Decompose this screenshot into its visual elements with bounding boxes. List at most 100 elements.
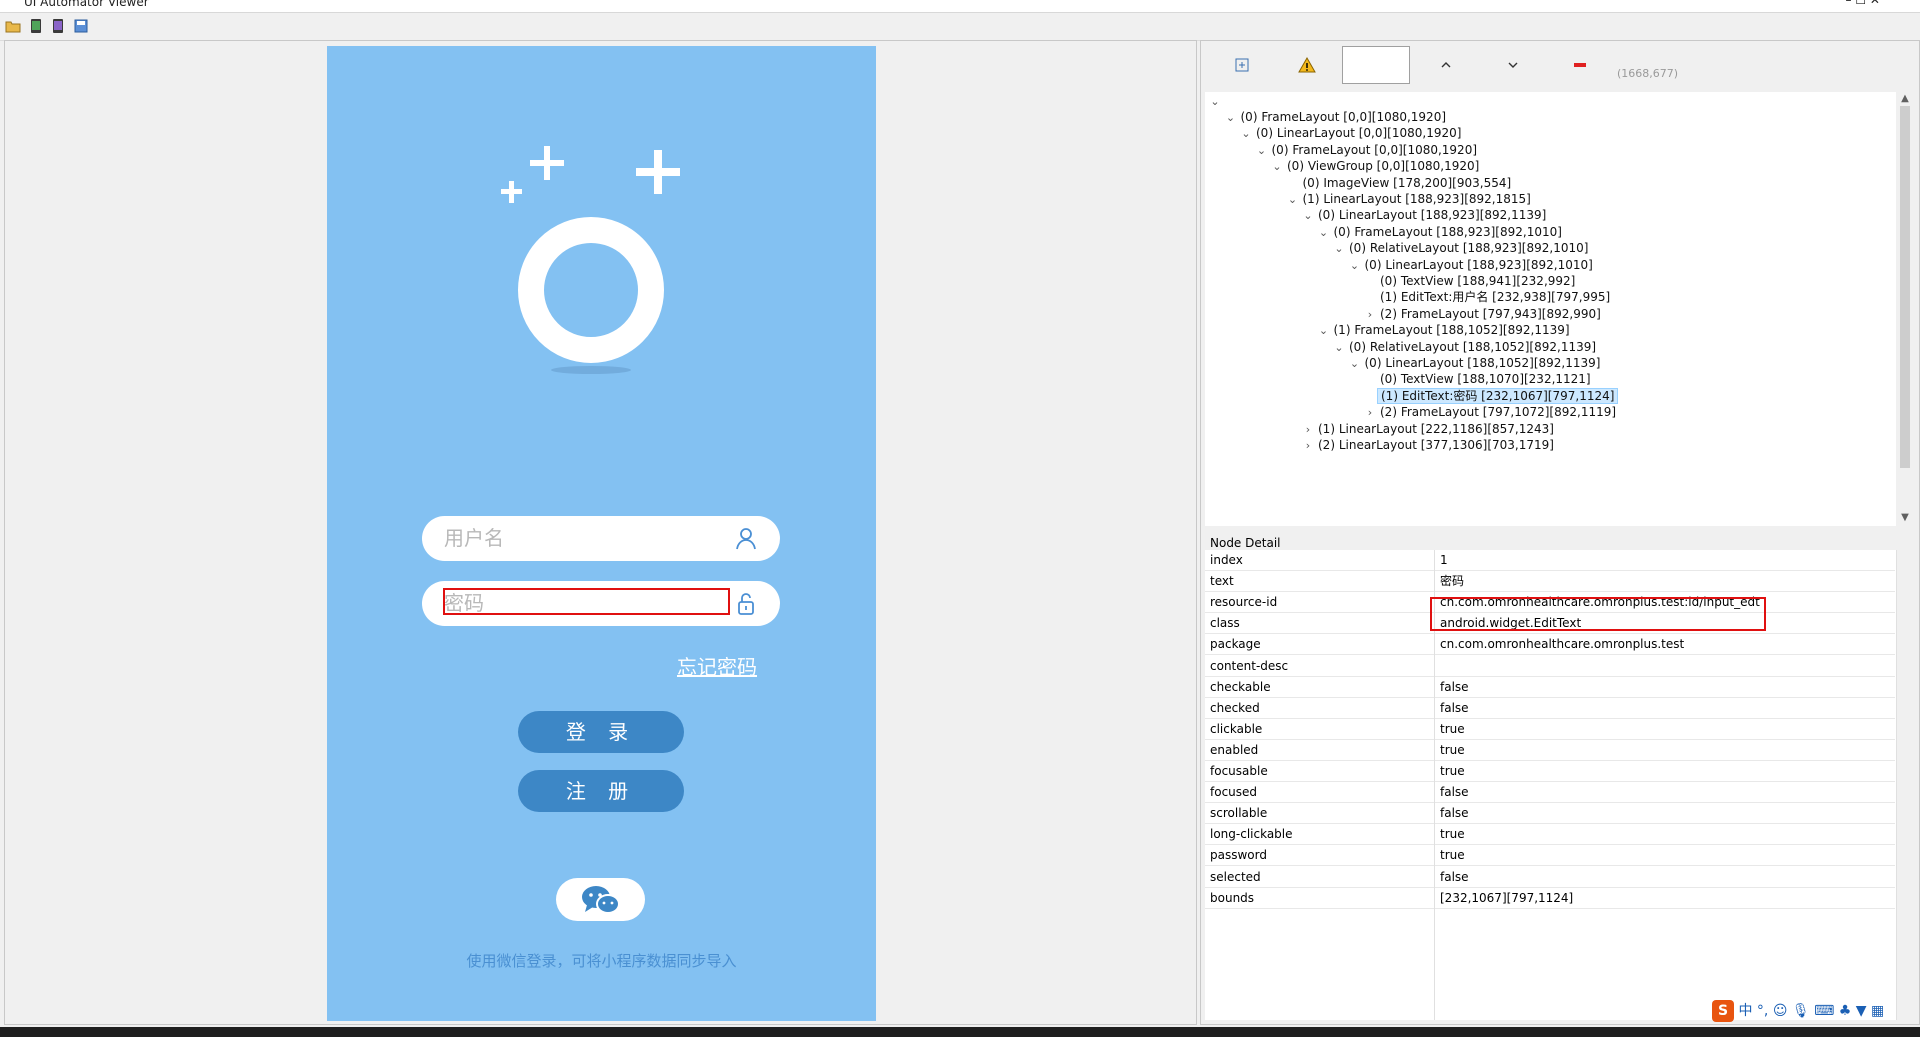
tree-node-label[interactable]: (0) ViewGroup [0,0][1080,1920] <box>1284 159 1482 173</box>
tree-node-label[interactable]: (0) FrameLayout [0,0][1080,1920] <box>1238 110 1450 124</box>
emoji-icon[interactable]: ☺ <box>1773 1003 1788 1019</box>
detail-value[interactable]: false <box>1440 867 1469 887</box>
tree-node-label[interactable]: (2) LinearLayout [377,1306][703,1719] <box>1315 438 1557 452</box>
tree-node[interactable]: (1) EditText:密码 [232,1067][797,1124] <box>1363 387 1619 405</box>
tree-node-label[interactable]: (0) ImageView [178,200][903,554] <box>1300 176 1515 190</box>
ime-mode[interactable]: 中 <box>1738 1003 1752 1019</box>
tree-node[interactable]: ⌄ (0) LinearLayout [188,923][892,1010] <box>1348 256 1596 274</box>
tree-node[interactable]: › (2) FrameLayout [797,943][892,990] <box>1363 305 1604 323</box>
blank-field[interactable] <box>1342 46 1410 84</box>
chevron-down-icon[interactable]: ⌄ <box>1317 224 1331 242</box>
tree-node-label[interactable]: (1) EditText:用户名 [232,938][797,995] <box>1377 290 1613 304</box>
detail-value[interactable]: true <box>1440 740 1465 760</box>
tree-root-toggle[interactable]: ⌄ <box>1208 92 1222 110</box>
detail-value[interactable]: true <box>1440 761 1465 781</box>
detail-value[interactable]: true <box>1440 824 1465 844</box>
remove-icon[interactable] <box>1571 56 1589 74</box>
next-icon[interactable] <box>1504 56 1522 74</box>
detail-value[interactable]: true <box>1440 845 1465 865</box>
tree-node-label[interactable]: (0) RelativeLayout [188,1052][892,1139] <box>1346 340 1599 354</box>
chevron-down-icon[interactable]: ⌄ <box>1208 93 1222 111</box>
detail-value[interactable]: 1 <box>1440 550 1448 570</box>
save-icon[interactable] <box>73 18 89 34</box>
tree-node[interactable]: ⌄ (0) LinearLayout [188,923][892,1139] <box>1301 206 1549 224</box>
tree-node[interactable]: ⌄ (0) RelativeLayout [188,1052][892,1139] <box>1332 338 1599 356</box>
detail-row[interactable]: password true <box>1205 845 1895 867</box>
ime-punct-icon[interactable]: °, <box>1757 1003 1768 1019</box>
detail-row[interactable]: index 1 <box>1205 550 1895 571</box>
tree-node-label[interactable]: (0) RelativeLayout [188,923][892,1010] <box>1346 241 1591 255</box>
tree-node[interactable]: (0) TextView [188,941][232,992] <box>1363 272 1578 290</box>
keyboard-icon[interactable]: ⌨ <box>1814 1003 1834 1019</box>
tree-node-label[interactable]: (0) LinearLayout [188,1052][892,1139] <box>1362 356 1604 370</box>
tree-node[interactable]: › (2) LinearLayout [377,1306][703,1719] <box>1301 436 1557 454</box>
tree-node-label[interactable]: (0) LinearLayout [188,923][892,1139] <box>1315 208 1549 222</box>
detail-row[interactable]: package cn.com.omronhealthcare.omronplus.… <box>1205 634 1895 656</box>
detail-row[interactable]: checked false <box>1205 697 1895 719</box>
chevron-down-icon[interactable]: ⌄ <box>1301 207 1315 225</box>
tree-node[interactable]: ⌄ (1) LinearLayout [188,923][892,1815] <box>1286 190 1534 208</box>
tree-node-label[interactable]: (0) FrameLayout [0,0][1080,1920] <box>1269 143 1481 157</box>
tree-node[interactable]: (0) ImageView [178,200][903,554] <box>1286 174 1515 192</box>
chevron-down-icon[interactable]: ⌄ <box>1348 355 1362 373</box>
chevron-right-icon[interactable]: › <box>1301 437 1315 455</box>
tree-node-label[interactable]: (1) LinearLayout [222,1186][857,1243] <box>1315 422 1557 436</box>
node-tree[interactable]: ⌄ ⌄ (0) FrameLayout [0,0][1080,1920] ⌄ (0) … <box>1205 92 1896 526</box>
tree-node[interactable]: ⌄ (0) ViewGroup [0,0][1080,1920] <box>1270 157 1482 175</box>
scrollbar-thumb[interactable] <box>1900 106 1910 468</box>
detail-row[interactable]: bounds [232,1067][797,1124] <box>1205 887 1895 909</box>
login-button[interactable]: 登 录 <box>518 711 684 753</box>
detail-row[interactable]: content-desc <box>1205 655 1895 677</box>
tree-node-label[interactable]: (2) FrameLayout [797,943][892,990] <box>1377 307 1604 321</box>
detail-value[interactable]: false <box>1440 698 1469 718</box>
chevron-down-icon[interactable]: ⌄ <box>1332 240 1346 258</box>
username-input[interactable]: 用户名 <box>422 516 780 561</box>
tree-node[interactable]: ⌄ (0) LinearLayout [188,1052][892,1139] <box>1348 354 1604 372</box>
tree-node[interactable]: ⌄ (0) RelativeLayout [188,923][892,1010] <box>1332 239 1591 257</box>
scroll-down-icon[interactable]: ▼ <box>1899 512 1911 524</box>
tree-node-label[interactable]: (2) FrameLayout [797,1072][892,1119] <box>1377 405 1619 419</box>
detail-value[interactable]: [232,1067][797,1124] <box>1440 888 1573 908</box>
tree-scrollbar[interactable]: ▲ ▼ <box>1896 92 1913 526</box>
detail-row[interactable]: enabled true <box>1205 739 1895 761</box>
chevron-down-icon[interactable]: ⌄ <box>1286 191 1300 209</box>
shirt-icon[interactable]: ▼ <box>1856 1003 1867 1019</box>
tree-node[interactable]: ⌄ (1) FrameLayout [188,1052][892,1139] <box>1317 321 1573 339</box>
expand-all-icon[interactable] <box>1233 56 1251 74</box>
tree-node-label[interactable]: (0) FrameLayout [188,923][892,1010] <box>1331 225 1565 239</box>
detail-row[interactable]: long-clickable true <box>1205 824 1895 846</box>
scroll-up-icon[interactable]: ▲ <box>1899 93 1911 105</box>
tree-node[interactable]: (0) TextView [188,1070][232,1121] <box>1363 370 1594 388</box>
mic-icon[interactable]: 🎙 <box>1792 1003 1810 1019</box>
detail-row[interactable]: checkable false <box>1205 676 1895 698</box>
tree-node[interactable]: ⌄ (0) FrameLayout [188,923][892,1010] <box>1317 223 1565 241</box>
ime-toolbar[interactable]: S 中 °, ☺ 🎙 ⌨ ♣ ▼ ▦ <box>1712 1000 1884 1024</box>
forgot-password-link[interactable]: 忘记密码 <box>677 651 757 680</box>
chevron-down-icon[interactable]: ⌄ <box>1270 158 1284 176</box>
detail-value[interactable]: true <box>1440 719 1465 739</box>
open-icon[interactable] <box>5 18 21 34</box>
tree-node[interactable]: ⌄ (0) FrameLayout [0,0][1080,1920] <box>1255 141 1481 159</box>
detail-row[interactable]: scrollable false <box>1205 803 1895 825</box>
window-controls[interactable]: – ☐ ✕ <box>1846 0 1880 6</box>
device-screenshot[interactable]: 用户名 密码 忘记密码 登 录 注 册 使用微信登录，可将小程序数据同步导入 <box>327 46 876 1021</box>
tree-node-label[interactable]: (1) LinearLayout [188,923][892,1815] <box>1300 192 1534 206</box>
detail-scrollbar[interactable] <box>1896 550 1914 1020</box>
detail-row[interactable]: text 密码 <box>1205 571 1895 593</box>
device-screenshot-icon[interactable] <box>28 18 44 34</box>
tree-node[interactable]: › (1) LinearLayout [222,1186][857,1243] <box>1301 420 1557 438</box>
wechat-login-button[interactable] <box>556 878 645 921</box>
register-button[interactable]: 注 册 <box>518 770 684 812</box>
chevron-down-icon[interactable]: ⌄ <box>1255 142 1269 160</box>
chevron-down-icon[interactable]: ⌄ <box>1332 339 1346 357</box>
skin-icon[interactable]: ♣ <box>1839 1003 1852 1019</box>
detail-row[interactable]: selected false <box>1205 866 1895 888</box>
detail-value[interactable]: 密码 <box>1440 571 1464 591</box>
detail-value[interactable]: cn.com.omronhealthcare.omronplus.test <box>1440 634 1684 654</box>
tree-node-label[interactable]: (1) EditText:密码 [232,1067][797,1124] <box>1377 387 1619 404</box>
previous-icon[interactable] <box>1437 56 1455 74</box>
tree-node[interactable]: (1) EditText:用户名 [232,938][797,995] <box>1363 288 1613 306</box>
tree-node-label[interactable]: (1) FrameLayout [188,1052][892,1139] <box>1331 323 1573 337</box>
device-screenshot-compressed-icon[interactable] <box>50 18 66 34</box>
chevron-down-icon[interactable]: ⌄ <box>1224 109 1238 127</box>
